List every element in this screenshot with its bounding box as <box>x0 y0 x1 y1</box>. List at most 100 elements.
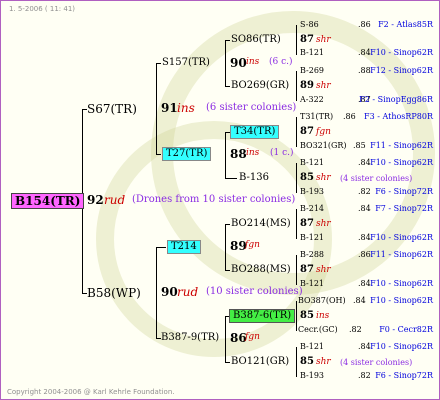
ancestor-year: .86 <box>358 250 371 259</box>
root-year: 92 <box>87 193 104 207</box>
ancestor-source: F10 - Sinop62R <box>370 296 433 305</box>
tree-line <box>156 247 157 339</box>
great-grandparent-colony[interactable]: BO121(GR) <box>231 357 289 367</box>
ancestor-name[interactable]: T31(TR) <box>300 113 333 121</box>
grandparent-insemination: fgn <box>245 240 260 250</box>
ancestor-year: .82 <box>358 187 371 196</box>
tree-line <box>225 132 226 179</box>
queen-insemination: ins <box>177 101 195 115</box>
great-grandparent-note: (4 sister colonies) <box>340 358 413 367</box>
ancestor-year: .88 <box>358 66 371 75</box>
ancestor-name[interactable]: A-322 <box>300 96 324 104</box>
ancestor-name[interactable]: B-288 <box>300 251 324 259</box>
grandparent-colony[interactable]: S157(TR) <box>162 58 210 68</box>
queen-colony[interactable]: S67(TR) <box>87 103 137 115</box>
tree-line <box>225 224 230 225</box>
great-grandparent-insemination: shr <box>316 81 331 91</box>
tree-line <box>225 316 226 363</box>
ancestor-year: .84 <box>358 233 371 242</box>
tree-line <box>296 255 297 285</box>
tree-line <box>225 86 230 87</box>
grandparent-insemination: ins <box>246 57 260 67</box>
grandparent-insemination: ins <box>246 148 260 158</box>
copyright: Copyright 2004-2006 @ Karl Kehrle Founda… <box>7 388 175 396</box>
ancestor-year: .84 <box>358 342 371 351</box>
ancestor-year: .84 <box>358 48 371 57</box>
grandparent-colony[interactable]: T27(TR) <box>162 147 212 161</box>
root-insemination: rud <box>104 193 126 207</box>
tree-line <box>156 63 157 155</box>
great-grandparent-insemination: shr <box>316 357 331 367</box>
great-grandparent-year: 85 <box>300 356 314 367</box>
tree-line <box>296 347 297 377</box>
ancestor-year: .84 <box>358 279 371 288</box>
ancestor-name[interactable]: B-193 <box>300 372 324 380</box>
ancestor-source: F11 - Sinop62R <box>370 141 433 150</box>
ancestor-name[interactable]: S-86 <box>300 21 319 29</box>
grandparent-colony[interactable]: B387-9(TR) <box>161 333 219 343</box>
ancestor-source: F12 - Sinop62R <box>370 66 433 75</box>
ancestor-name[interactable]: B-121 <box>300 234 324 242</box>
ancestor-name[interactable]: B-214 <box>300 205 324 213</box>
root-colony[interactable]: B154(TR) <box>11 193 85 209</box>
tree-line <box>156 63 161 64</box>
great-grandparent-colony[interactable]: BO214(MS) <box>231 219 291 229</box>
ancestor-year: .85 <box>353 141 366 150</box>
ancestor-source: F2 - Atlas85R <box>378 20 433 29</box>
queen-note: (6 sister colonies) <box>206 102 297 113</box>
ancestor-year: .86 <box>358 20 371 29</box>
great-grandparent-colony[interactable]: B-136 <box>239 173 269 183</box>
ancestor-name[interactable]: B-121 <box>300 343 324 351</box>
ancestor-name[interactable]: B-269 <box>300 67 324 75</box>
great-grandparent-year: 85 <box>300 310 314 321</box>
great-grandparent-insemination: ins <box>316 311 330 321</box>
queen-year: 91 <box>161 101 178 115</box>
timestamp: 1. 5-2006 ( 11: 41) <box>9 5 76 13</box>
ancestor-year: .82 <box>358 371 371 380</box>
great-grandparent-year: 87 <box>300 34 314 45</box>
ancestor-source: F3 - AthosRP80R <box>364 112 433 121</box>
great-grandparent-colony[interactable]: SO86(TR) <box>231 35 281 45</box>
ancestor-source: F11 - Sinop62R <box>370 250 433 259</box>
ancestor-source: F6 - Sinop72R <box>375 187 433 196</box>
ancestor-year: .82 <box>349 325 362 334</box>
great-grandparent-note: (4 sister colonies) <box>340 174 413 183</box>
ancestor-name[interactable]: B-121 <box>300 159 324 167</box>
drone-colony[interactable]: B58(WP) <box>87 287 141 299</box>
ancestor-source: F0 - Cecr82R <box>379 325 433 334</box>
ancestor-name[interactable]: B-193 <box>300 188 324 196</box>
great-grandparent-colony[interactable]: BO288(MS) <box>231 265 291 275</box>
ancestor-source: F7 - Sinop72R <box>375 204 433 213</box>
grandparent-year: 88 <box>230 147 247 161</box>
tree-line <box>296 163 297 193</box>
great-grandparent-insemination: shr <box>316 35 331 45</box>
tree-line <box>225 270 230 271</box>
great-grandparent-colony[interactable]: B387-6(TR) <box>229 309 296 323</box>
grandparent-colony[interactable]: T214 <box>167 240 201 254</box>
tree-line <box>296 209 297 239</box>
ancestor-name[interactable]: B-121 <box>300 280 324 288</box>
tree-line <box>225 40 230 41</box>
ancestor-name[interactable]: BO387(OH) <box>298 297 346 305</box>
ancestor-name[interactable]: Cecr.(GC) <box>298 326 338 334</box>
tree-line <box>225 224 226 271</box>
great-grandparent-insemination: shr <box>316 219 331 229</box>
tree-line <box>296 71 297 101</box>
ancestor-source: F10 - Sinop62R <box>370 158 433 167</box>
tree-line <box>296 301 297 331</box>
ancestor-source: F10 - Sinop62R <box>370 342 433 351</box>
ancestor-source: F10 - Sinop62R <box>370 48 433 57</box>
great-grandparent-year: 87 <box>300 126 314 137</box>
ancestor-name[interactable]: B-121 <box>300 49 324 57</box>
tree-line <box>225 40 226 87</box>
great-grandparent-year: 87 <box>300 264 314 275</box>
great-grandparent-colony[interactable]: T34(TR) <box>230 125 280 139</box>
grandparent-year: 90 <box>230 56 247 70</box>
great-grandparent-insemination: shr <box>316 173 331 183</box>
great-grandparent-insemination: shr <box>316 265 331 275</box>
great-grandparent-colony[interactable]: BO269(GR) <box>231 81 289 91</box>
ancestor-name[interactable]: BO321(GR) <box>300 142 347 150</box>
ancestor-source: F10 - Sinop62R <box>370 233 433 242</box>
root-note: (Drones from 10 sister colonies) <box>132 194 296 205</box>
tree-line <box>225 178 237 179</box>
